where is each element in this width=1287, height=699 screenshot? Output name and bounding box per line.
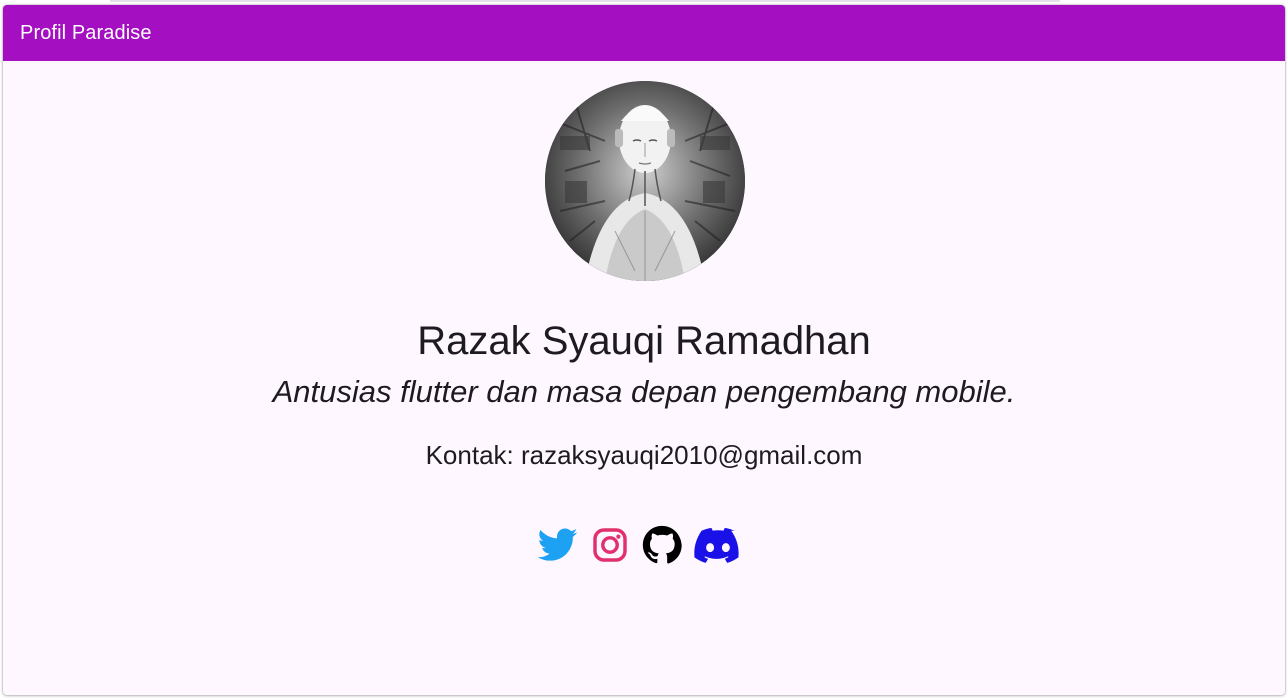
profile-contact: Kontak: razaksyauqi2010@gmail.com <box>425 440 863 470</box>
twitter-link[interactable] <box>537 525 579 565</box>
app-window: Profil Paradise Razak Syauqi Ramadhan An… <box>3 5 1285 695</box>
instagram-icon <box>593 528 627 562</box>
twitter-icon <box>538 528 578 561</box>
app-bar: Profil Paradise <box>3 5 1285 61</box>
app-bar-title: Profil Paradise <box>20 21 152 44</box>
discord-icon <box>694 527 739 563</box>
github-link[interactable] <box>641 525 683 565</box>
github-icon <box>642 525 682 564</box>
profile-avatar-image <box>545 81 745 281</box>
profile-tagline: Antusias flutter dan masa depan pengemba… <box>272 374 1016 409</box>
profile-name: Razak Syauqi Ramadhan <box>417 319 871 363</box>
social-links <box>537 525 743 565</box>
window-top-strip <box>110 0 1060 2</box>
profile-avatar <box>545 81 745 281</box>
instagram-link[interactable] <box>589 525 631 565</box>
discord-link[interactable] <box>693 525 743 565</box>
